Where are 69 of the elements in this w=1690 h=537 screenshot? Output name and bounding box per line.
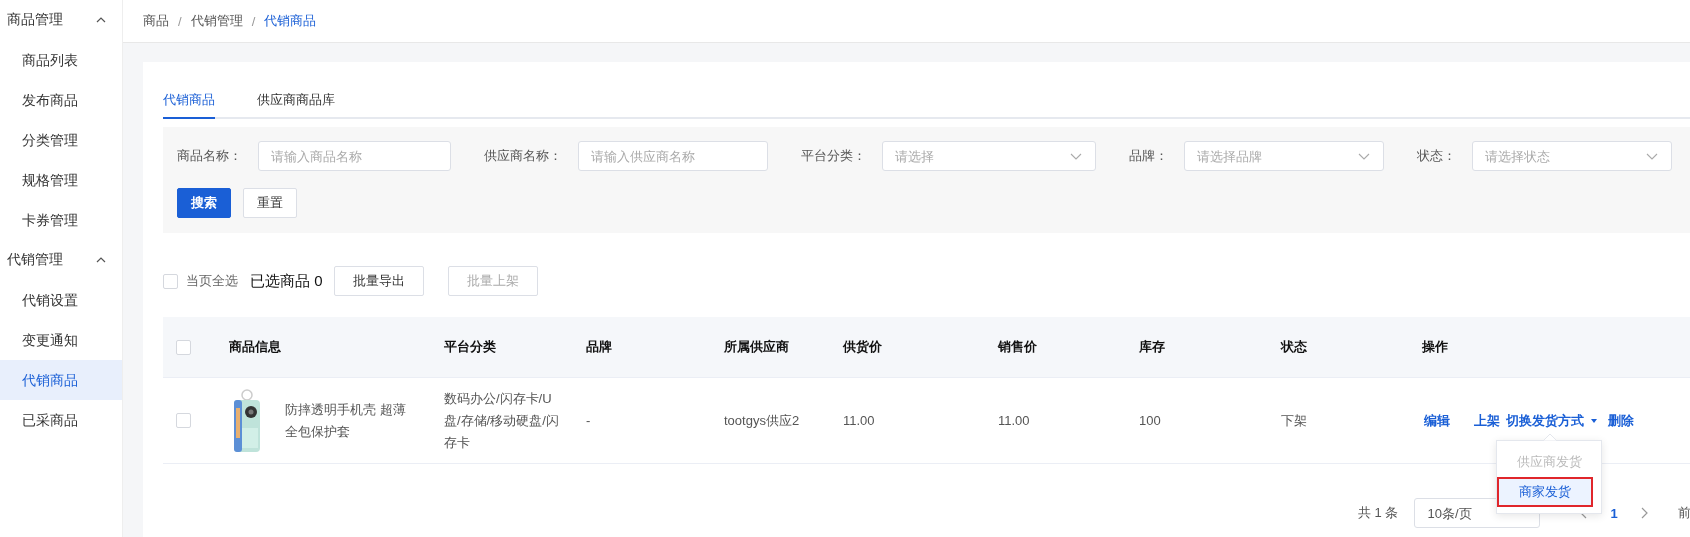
column-header: 供货价 (843, 339, 882, 354)
filter-label: 品牌： (1129, 147, 1168, 165)
total-count: 共 1 条 (1358, 504, 1399, 522)
next-page-icon[interactable] (1639, 507, 1648, 519)
table-cell-text: 数码办公/闪存卡/U盘/存储/移动硬盘/闪存卡 (444, 389, 559, 452)
sidebar-group[interactable]: 商品管理 (0, 0, 122, 40)
action-link[interactable]: 删除 (1608, 411, 1634, 430)
tab[interactable]: 代销商品 (163, 91, 215, 119)
tab[interactable]: 供应商商品库 (257, 91, 335, 119)
table-cell: 下架 (1281, 412, 1307, 428)
sidebar-item[interactable]: 规格管理 (0, 160, 122, 200)
checkbox[interactable] (163, 273, 178, 289)
page-number[interactable]: 1 (1610, 505, 1618, 521)
sidebar-item[interactable]: 卡券管理 (0, 200, 122, 240)
select-field[interactable]: 请选择状态 (1472, 141, 1672, 171)
column-header: 平台分类 (444, 339, 496, 354)
column-header: 销售价 (998, 339, 1037, 354)
breadcrumb-separator: / (178, 13, 182, 29)
filter-label: 状态： (1417, 147, 1456, 165)
table-cell: tootgys供应2 (724, 412, 800, 428)
page-size-select[interactable]: 10条/页 (1414, 498, 1541, 528)
chevron-icon (1070, 153, 1082, 160)
column-header: 操作 (1422, 339, 1448, 354)
dropdown-link[interactable]: 切换发货方式 (1506, 411, 1584, 430)
breadcrumb-link[interactable]: 代销商品 (264, 12, 317, 30)
filter-label: 商品名称： (177, 147, 242, 165)
sidebar-item[interactable]: 分类管理 (0, 120, 122, 160)
sidebar-item[interactable]: 发布商品 (0, 80, 122, 120)
table-cell: - (586, 413, 591, 428)
column-header: 所属供应商 (724, 339, 789, 354)
sidebar-item[interactable]: 代销商品 (0, 360, 122, 400)
chevron-icon (1358, 153, 1370, 160)
select-field[interactable]: 请选择 (882, 141, 1096, 171)
batch-button[interactable]: 批量导出 (333, 266, 424, 296)
caret-icon (1590, 417, 1598, 424)
column-header: 商品信息 (229, 339, 281, 354)
sidebar-item[interactable]: 商品列表 (0, 40, 122, 80)
selected-count: 已选商品 0 (250, 271, 323, 291)
input-field[interactable]: 请输入供应商名称 (578, 141, 768, 171)
table-cell: 11.00 (998, 413, 1030, 428)
column-header: 状态 (1281, 339, 1307, 354)
action-link[interactable]: 编辑 (1424, 411, 1450, 430)
breadcrumb-separator: / (251, 13, 256, 29)
sidebar-item[interactable]: 已采商品 (0, 400, 122, 440)
menu-item[interactable]: 商家发货 (1497, 476, 1593, 507)
sidebar-group[interactable]: 代销管理 (0, 240, 122, 280)
reset-button[interactable]: 重置 (243, 188, 297, 218)
sidebar-item[interactable]: 变更通知 (0, 320, 122, 360)
action-link[interactable]: 上架 (1474, 411, 1500, 430)
input-field[interactable]: 请输入商品名称 (258, 141, 451, 171)
chevron-icon (96, 17, 106, 23)
select-field[interactable]: 请选择品牌 (1184, 141, 1384, 171)
column-header: 库存 (1139, 339, 1165, 354)
chevron-icon (1646, 153, 1658, 160)
jump-label: 前 (1677, 504, 1690, 522)
checkbox[interactable] (176, 339, 191, 355)
select-all-label[interactable]: 当页全选 (186, 272, 238, 290)
search-button[interactable]: 搜索 (177, 188, 231, 218)
breadcrumb-link[interactable]: 商品 (143, 12, 169, 30)
checkbox[interactable] (176, 413, 191, 428)
sidebar-item[interactable]: 代销设置 (0, 280, 122, 320)
column-header: 品牌 (586, 339, 612, 354)
table-cell: 100 (1139, 413, 1161, 428)
filter-label: 供应商名称： (484, 147, 562, 165)
breadcrumb-link[interactable]: 代销管理 (190, 12, 243, 30)
filter-label: 平台分类： (801, 147, 866, 165)
table-cell: 11.00 (843, 413, 875, 428)
product-name[interactable]: 防摔透明手机壳 超薄全包保护套 (285, 398, 410, 443)
chevron-icon (96, 257, 106, 263)
